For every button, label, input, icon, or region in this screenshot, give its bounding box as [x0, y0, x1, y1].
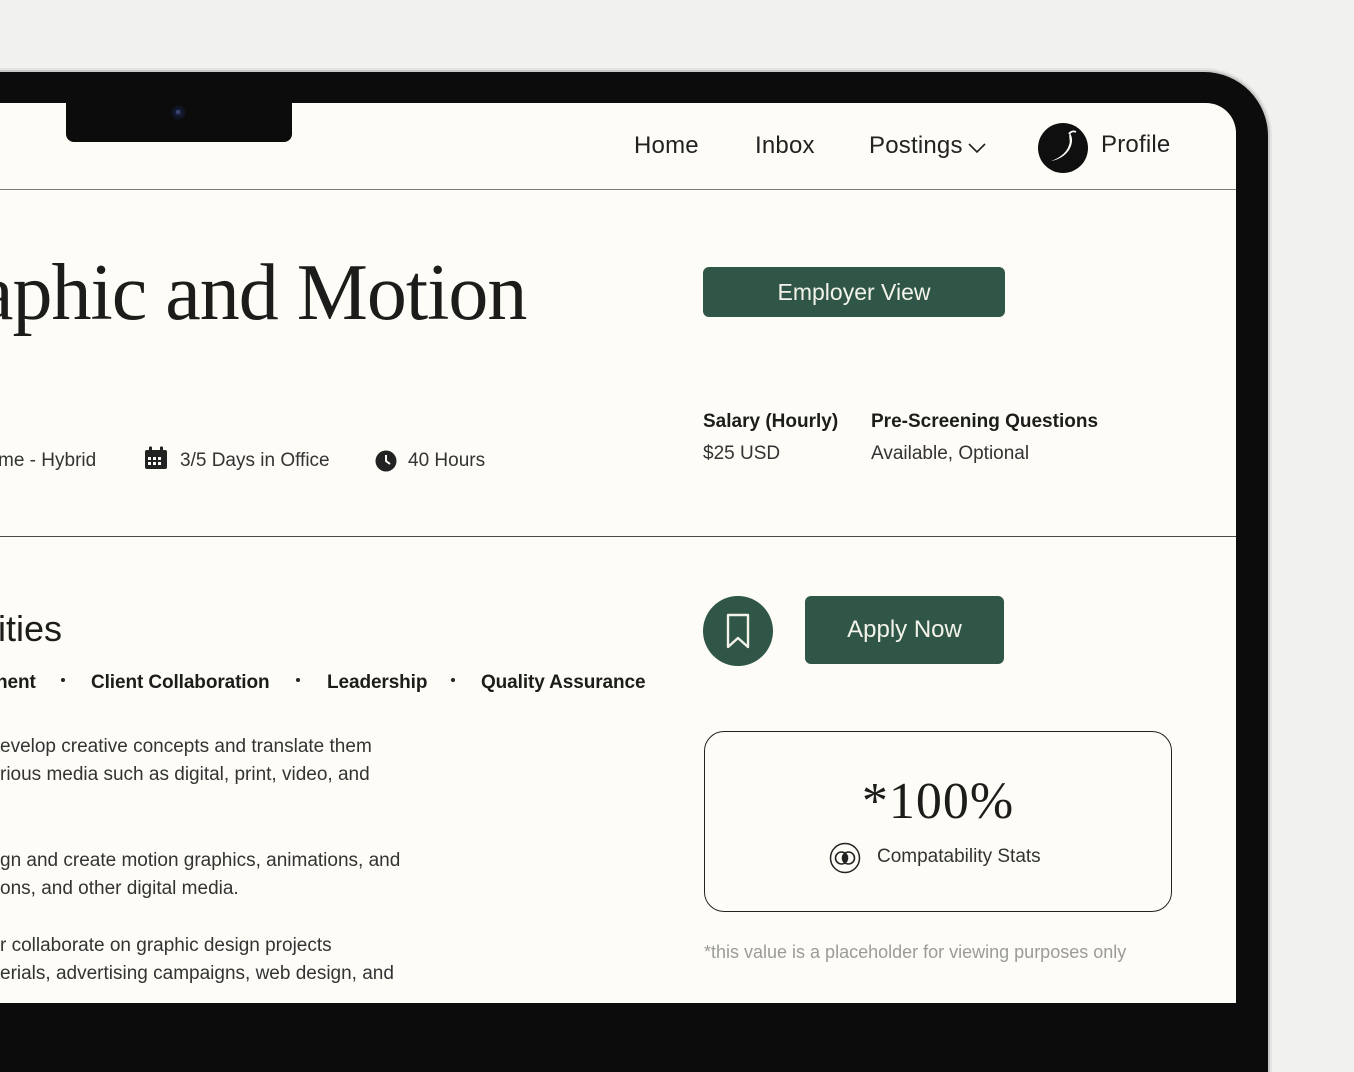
chevron-down-icon[interactable] [968, 142, 986, 154]
separator-dot [61, 678, 65, 682]
compatibility-icon [829, 842, 861, 874]
bookmark-button[interactable] [703, 596, 773, 666]
description-line: gn and create motion graphics, animation… [0, 850, 401, 871]
description-line: evelop creative concepts and translate t… [0, 736, 372, 757]
employer-view-button[interactable]: Employer View [703, 267, 1005, 317]
nav-profile[interactable]: Profile [1101, 131, 1170, 159]
webcam [172, 106, 185, 119]
work-type: me - Hybrid [0, 450, 97, 471]
header-divider [0, 189, 1236, 190]
separator-dot [451, 678, 455, 682]
skill-tag: Leadership [327, 672, 428, 693]
placeholder-footnote: *this value is a placeholder for viewing… [704, 942, 1127, 962]
description-line: ons, and other digital media. [0, 878, 239, 899]
responsibilities-title: lities [0, 608, 63, 649]
nav-inbox[interactable]: Inbox [755, 132, 815, 160]
hours: 40 Hours [408, 450, 486, 471]
office-days: 3/5 Days in Office [180, 450, 330, 471]
bookmark-icon [726, 613, 750, 649]
description-line: erials, advertising campaigns, web desig… [0, 963, 394, 984]
nav-home[interactable]: Home [634, 132, 699, 160]
section-divider [0, 536, 1236, 537]
compatibility-value: *100% [861, 773, 1015, 830]
chili-pepper-icon [1051, 130, 1077, 161]
compatibility-card: *100% Compatability Stats [704, 731, 1172, 912]
skill-tag: Quality Assurance [481, 672, 646, 693]
skill-tag: Client Collaboration [91, 672, 270, 693]
salary-value: $25 USD [703, 443, 781, 464]
nav-postings[interactable]: Postings [869, 132, 963, 160]
clock-icon [375, 450, 397, 472]
job-title: aphic and Motion [0, 249, 527, 337]
description-line: rious media such as digital, print, vide… [0, 764, 370, 785]
calendar-icon [145, 446, 167, 469]
separator-dot [296, 678, 300, 682]
compatibility-label: Compatability Stats [877, 846, 1041, 867]
profile-avatar[interactable] [1038, 123, 1088, 173]
description-line: r collaborate on graphic design projects [0, 935, 332, 956]
salary-label: Salary (Hourly) [703, 411, 839, 432]
prescreening-label: Pre-Screening Questions [871, 411, 1099, 432]
apply-now-button[interactable]: Apply Now [805, 596, 1004, 664]
prescreening-value: Available, Optional [871, 443, 1030, 464]
skill-tag: nent [0, 672, 36, 693]
